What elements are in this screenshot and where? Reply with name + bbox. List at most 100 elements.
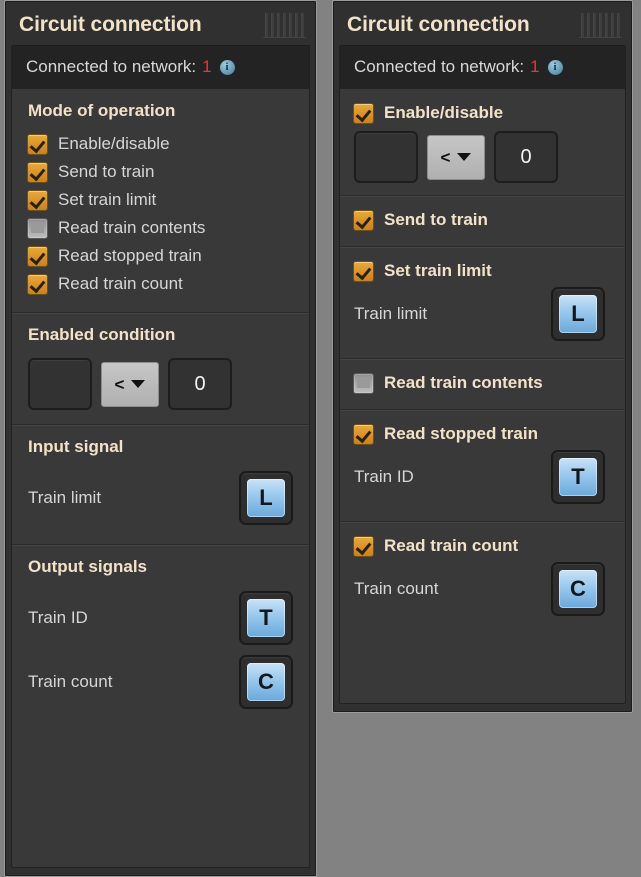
info-icon[interactable]: i bbox=[219, 59, 235, 75]
checkbox-set-train-limit[interactable] bbox=[354, 261, 373, 281]
section-title-output-signals: Output signals bbox=[28, 557, 147, 576]
condition-first-operand-slot[interactable] bbox=[354, 131, 418, 183]
section-read-train-count: Read train count Train count C bbox=[340, 522, 625, 633]
signal-row-train-id: Train ID T bbox=[28, 586, 293, 650]
checkbox-enable-disable[interactable] bbox=[354, 103, 373, 123]
section-title-input-signal: Input signal bbox=[28, 437, 124, 456]
signal-glyph-icon: T bbox=[559, 458, 597, 496]
circuit-connection-window-expanded: Circuit connection Connected to network:… bbox=[4, 0, 317, 877]
drag-bar bbox=[599, 12, 602, 37]
checkbox-row-set-train-limit[interactable]: Set train limit bbox=[354, 257, 611, 285]
signal-glyph-icon: C bbox=[559, 570, 597, 608]
input-signal-section: Input signal Train limit L bbox=[12, 425, 309, 545]
network-status-value: 1 bbox=[202, 57, 212, 76]
drag-bar bbox=[611, 12, 614, 37]
signal-button-train-count[interactable]: C bbox=[551, 562, 605, 616]
drag-bar bbox=[283, 12, 286, 37]
checkbox-label-read-train-count: Read train count bbox=[384, 536, 519, 555]
window-content-left: Connected to network: 1 i Mode of operat… bbox=[11, 45, 310, 868]
signal-button-train-id[interactable]: T bbox=[239, 591, 293, 645]
checkbox-read-stopped-train[interactable] bbox=[354, 424, 373, 444]
checkbox-label-read-stopped-train: Read stopped train bbox=[58, 246, 202, 265]
section-read-train-contents: Read train contents bbox=[340, 359, 625, 410]
drag-bar bbox=[617, 12, 620, 37]
drag-bar bbox=[581, 12, 584, 37]
network-status-label: Connected to network: bbox=[26, 57, 197, 76]
signal-label-train-count: Train count bbox=[354, 579, 439, 598]
checkbox-read-train-contents[interactable] bbox=[28, 218, 47, 238]
condition-row: < 0 bbox=[354, 127, 611, 183]
checkbox-row-read-stopped-train[interactable]: Read stopped train bbox=[354, 420, 611, 448]
signal-row-train-id: Train ID T bbox=[354, 448, 611, 509]
drag-bar bbox=[265, 12, 268, 37]
signal-label-train-id: Train ID bbox=[28, 608, 88, 627]
checkbox-label-read-stopped-train: Read stopped train bbox=[384, 424, 538, 443]
condition-operator-value: < bbox=[114, 374, 125, 394]
signal-row-train-limit: Train limit L bbox=[354, 285, 611, 346]
section-enable-disable: Enable/disable < 0 bbox=[340, 89, 625, 196]
drag-bar bbox=[605, 12, 608, 37]
section-set-train-limit: Set train limit Train limit L bbox=[340, 247, 625, 359]
checkbox-row-set-train-limit[interactable]: Set train limit bbox=[28, 186, 293, 214]
titlebar-left: Circuit connection bbox=[11, 5, 310, 45]
signal-glyph-icon: L bbox=[559, 295, 597, 333]
checkbox-send-to-train[interactable] bbox=[28, 162, 47, 182]
drag-bar bbox=[277, 12, 280, 37]
checkbox-label-send-to-train: Send to train bbox=[58, 162, 155, 181]
checkbox-read-train-contents[interactable] bbox=[354, 373, 373, 393]
signal-button-train-count[interactable]: C bbox=[239, 655, 293, 709]
checkbox-send-to-train[interactable] bbox=[354, 210, 373, 230]
checkbox-row-read-stopped-train[interactable]: Read stopped train bbox=[28, 242, 293, 270]
checkbox-row-read-train-count[interactable]: Read train count bbox=[354, 532, 611, 560]
condition-second-operand-field[interactable]: 0 bbox=[168, 358, 232, 410]
section-title-enabled-condition: Enabled condition bbox=[28, 325, 176, 344]
section-read-stopped-train: Read stopped train Train ID T bbox=[340, 410, 625, 522]
checkbox-label-send-to-train: Send to train bbox=[384, 210, 488, 229]
window-title: Circuit connection bbox=[347, 13, 530, 36]
signal-glyph-icon: L bbox=[247, 479, 285, 517]
checkbox-label-read-train-count: Read train count bbox=[58, 274, 183, 293]
checkbox-row-enable-disable[interactable]: Enable/disable bbox=[28, 130, 293, 158]
checkbox-label-set-train-limit: Set train limit bbox=[58, 190, 157, 209]
signal-glyph-icon: C bbox=[247, 663, 285, 701]
condition-first-operand-slot[interactable] bbox=[28, 358, 92, 410]
signal-label-train-limit: Train limit bbox=[354, 304, 428, 323]
checkbox-row-read-train-count[interactable]: Read train count bbox=[28, 270, 293, 298]
checkbox-read-train-count[interactable] bbox=[354, 536, 373, 556]
info-icon[interactable]: i bbox=[547, 59, 563, 75]
condition-operator-dropdown[interactable]: < bbox=[101, 361, 159, 407]
signal-button-train-limit[interactable]: L bbox=[551, 287, 605, 341]
signal-button-train-limit[interactable]: L bbox=[239, 471, 293, 525]
checkbox-row-send-to-train[interactable]: Send to train bbox=[28, 158, 293, 186]
drag-bar bbox=[289, 12, 292, 37]
checkbox-row-read-train-contents[interactable]: Read train contents bbox=[28, 214, 293, 242]
signal-label-train-limit: Train limit bbox=[28, 488, 102, 507]
section-title-mode-of-operation: Mode of operation bbox=[28, 101, 176, 120]
chevron-down-icon bbox=[457, 153, 472, 161]
drag-handle[interactable] bbox=[263, 12, 306, 38]
drag-bar bbox=[301, 12, 304, 37]
window-title: Circuit connection bbox=[19, 13, 202, 36]
chevron-down-icon bbox=[131, 380, 146, 388]
circuit-connection-window-compact: Circuit connection Connected to network:… bbox=[332, 0, 633, 713]
drag-handle[interactable] bbox=[579, 12, 622, 38]
drag-bar bbox=[587, 12, 590, 37]
checkbox-set-train-limit[interactable] bbox=[28, 190, 47, 210]
checkbox-label-enable-disable: Enable/disable bbox=[384, 103, 504, 122]
drag-bar bbox=[593, 12, 596, 37]
checkbox-read-train-count[interactable] bbox=[28, 274, 47, 294]
checkbox-row-enable-disable[interactable]: Enable/disable bbox=[354, 99, 611, 127]
checkbox-read-stopped-train[interactable] bbox=[28, 246, 47, 266]
condition-operator-dropdown[interactable]: < bbox=[427, 134, 485, 180]
signal-row-train-limit: Train limit L bbox=[28, 466, 293, 530]
signal-button-train-id[interactable]: T bbox=[551, 450, 605, 504]
condition-second-operand-field[interactable]: 0 bbox=[494, 131, 558, 183]
network-status-value: 1 bbox=[530, 57, 540, 76]
screen-root: Circuit connection Connected to network:… bbox=[0, 0, 641, 877]
checkbox-row-send-to-train[interactable]: Send to train bbox=[354, 206, 611, 234]
checkbox-enable-disable[interactable] bbox=[28, 134, 47, 154]
checkbox-row-read-train-contents[interactable]: Read train contents bbox=[354, 369, 611, 397]
checkbox-label-read-train-contents: Read train contents bbox=[58, 218, 206, 237]
enabled-condition-section: Enabled condition < 0 bbox=[12, 313, 309, 425]
signal-glyph-icon: T bbox=[247, 599, 285, 637]
